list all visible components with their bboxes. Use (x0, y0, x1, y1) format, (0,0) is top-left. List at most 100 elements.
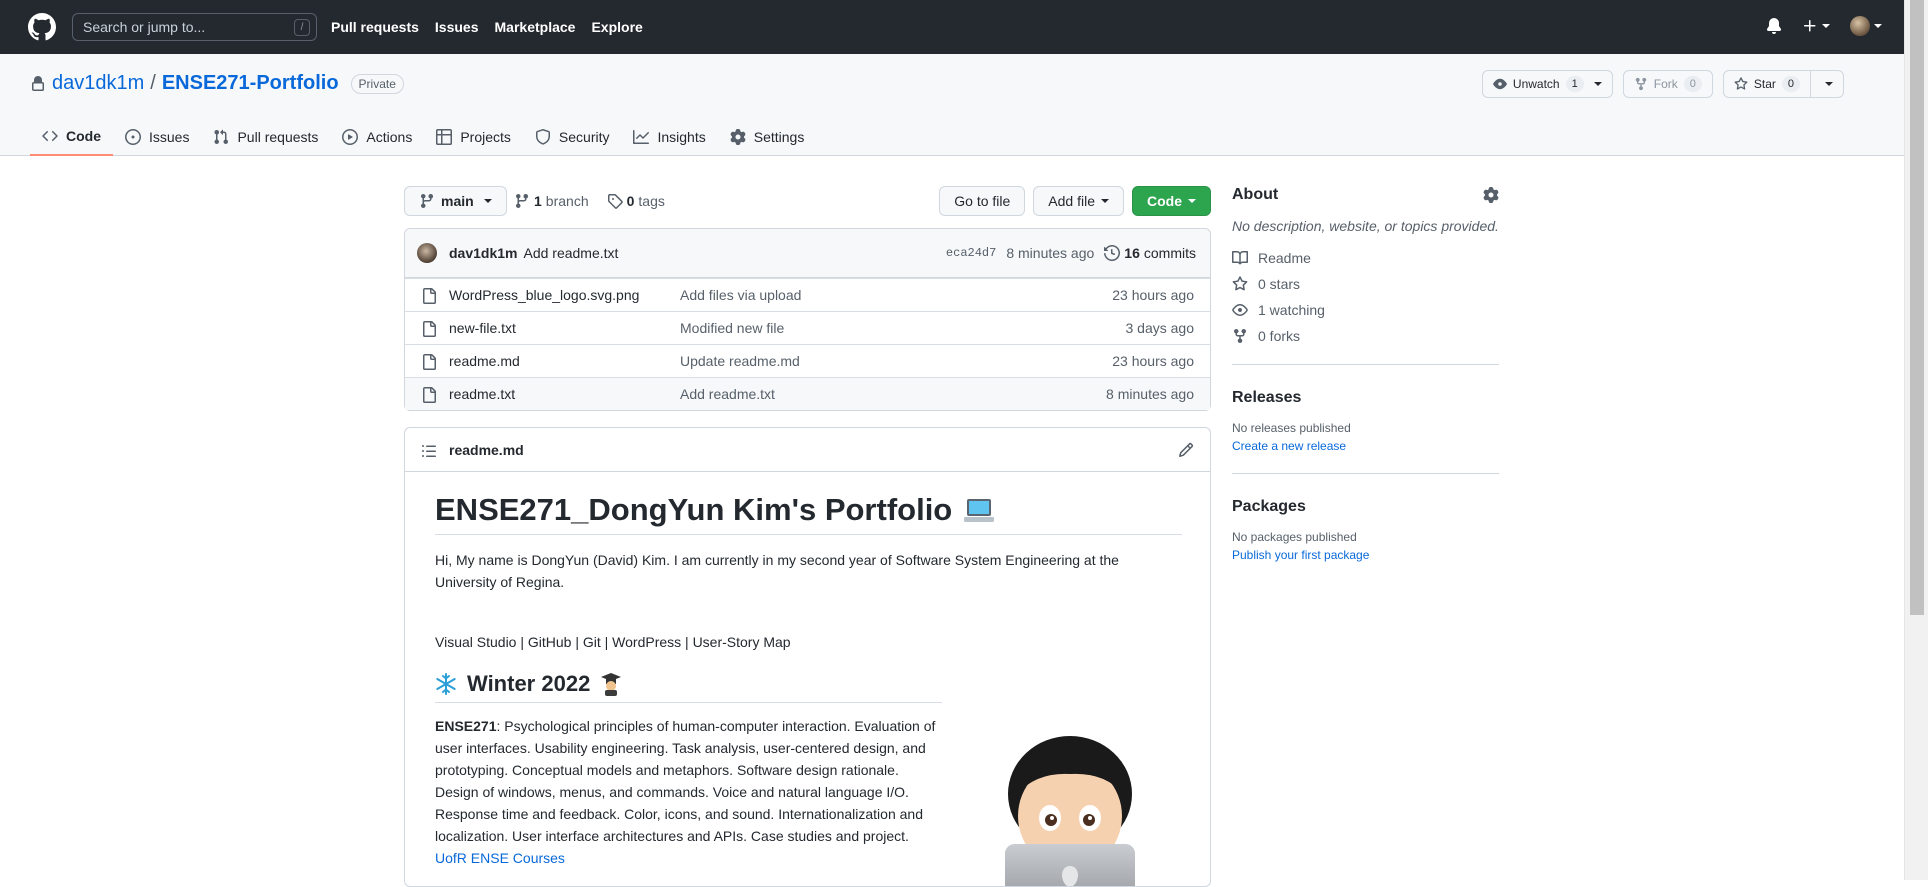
bell-icon[interactable] (1766, 18, 1782, 34)
nav-marketplace[interactable]: Marketplace (495, 19, 576, 35)
repo-tabs: Code Issues Pull requests Actions Projec… (30, 118, 816, 156)
watch-count: 1 (1565, 76, 1584, 92)
fork-icon (1232, 328, 1248, 344)
create-new-menu[interactable] (1802, 18, 1830, 34)
star-icon (1734, 77, 1748, 91)
tab-pull-requests[interactable]: Pull requests (201, 118, 330, 156)
page-scrollbar[interactable] (1904, 0, 1928, 880)
file-row[interactable]: WordPress_blue_logo.svg.png Add files vi… (405, 278, 1210, 311)
add-file-button[interactable]: Add file (1033, 186, 1124, 216)
git-branch-icon (514, 193, 530, 209)
branch-name: main (441, 193, 474, 209)
commit-sha[interactable]: eca24d7 (946, 246, 996, 260)
course-code: ENSE271 (435, 718, 497, 734)
watchers-link[interactable]: 1 watching (1232, 302, 1499, 318)
readme-header: readme.md (405, 428, 1210, 472)
laptop-icon (964, 498, 995, 522)
search-input[interactable]: Search or jump to... / (72, 13, 317, 41)
repo-owner-link[interactable]: dav1dk1m (52, 72, 144, 95)
code-button[interactable]: Code (1132, 186, 1211, 216)
history-icon (1104, 245, 1121, 261)
forks-link[interactable]: 0 forks (1232, 328, 1499, 344)
tags-link[interactable]: 0 tags (607, 193, 665, 209)
repo-title: dav1dk1m / ENSE271-Portfolio Private (30, 72, 404, 95)
commit-message[interactable]: Add readme.txt (523, 245, 618, 261)
search-shortcut-hint: / (294, 19, 310, 36)
file-name[interactable]: readme.txt (449, 386, 515, 402)
star-count: 0 (1781, 76, 1800, 92)
nav-issues[interactable]: Issues (435, 19, 479, 35)
fork-button-group: Fork 0 (1622, 70, 1713, 98)
chevron-down-icon (1874, 24, 1882, 28)
file-commit-message[interactable]: Modified new file (680, 320, 784, 336)
file-icon (421, 354, 437, 370)
sidebar-divider (1232, 473, 1499, 474)
chevron-down-icon (1825, 82, 1833, 86)
github-logo-icon[interactable] (28, 13, 56, 41)
avatar[interactable] (417, 243, 437, 263)
tab-settings[interactable]: Settings (718, 118, 817, 156)
global-nav: Pull requests Issues Marketplace Explore (331, 19, 643, 35)
tab-issues[interactable]: Issues (113, 118, 201, 156)
star-button[interactable]: Star 0 (1724, 71, 1810, 97)
tab-security[interactable]: Security (523, 118, 622, 156)
commit-time: 8 minutes ago (1006, 245, 1095, 261)
user-menu[interactable] (1850, 16, 1882, 36)
tab-actions[interactable]: Actions (330, 118, 424, 156)
commits-link[interactable]: 16 commits (1104, 245, 1196, 261)
pencil-icon[interactable] (1178, 442, 1194, 458)
file-row[interactable]: new-file.txt Modified new file 3 days ag… (405, 311, 1210, 344)
go-to-file-button[interactable]: Go to file (939, 186, 1026, 216)
file-commit-message[interactable]: Add files via upload (680, 287, 801, 303)
scrollbar-thumb[interactable] (1910, 0, 1924, 615)
section-heading: Winter 2022 (435, 671, 942, 703)
avatar (1850, 16, 1870, 36)
readme-filename[interactable]: readme.md (449, 442, 524, 458)
tab-projects[interactable]: Projects (424, 118, 523, 156)
readme-content: ENSE271_DongYun Kim's Portfolio Hi, My n… (405, 472, 1210, 886)
file-navigation: main 1 branch 0 tags Go to file Add file… (404, 186, 1211, 216)
tab-insights[interactable]: Insights (621, 118, 717, 156)
branch-select-button[interactable]: main (404, 186, 507, 216)
about-description: No description, website, or topics provi… (1232, 218, 1499, 234)
file-commit-message[interactable]: Update readme.md (680, 353, 800, 369)
course-link[interactable]: UofR ENSE Courses (435, 850, 565, 866)
tab-label: Projects (460, 129, 511, 145)
repo-header: dav1dk1m / ENSE271-Portfolio Private Unw… (0, 54, 1904, 156)
star-list-dropdown[interactable] (1810, 71, 1843, 97)
unwatch-button[interactable]: Unwatch 1 (1483, 71, 1612, 97)
course-text: : Psychological principles of human-comp… (435, 718, 936, 844)
file-name[interactable]: WordPress_blue_logo.svg.png (449, 287, 639, 303)
path-separator: / (150, 72, 156, 94)
releases-title[interactable]: Releases (1232, 389, 1499, 407)
branch-count: 1 (534, 193, 542, 209)
tab-code[interactable]: Code (30, 118, 113, 156)
readme-title-text: ENSE271_DongYun Kim's Portfolio (435, 492, 953, 527)
course-description: ENSE271: Psychological principles of hum… (435, 715, 942, 869)
repo-actions: Unwatch 1 Fork 0 Star 0 (1481, 70, 1844, 98)
tab-label: Issues (149, 129, 190, 145)
fork-count: 0 (1683, 76, 1702, 92)
file-commit-message[interactable]: Add readme.txt (680, 386, 775, 402)
tab-label: Actions (366, 129, 413, 145)
publish-package-link[interactable]: Publish your first package (1232, 548, 1499, 562)
file-name[interactable]: readme.md (449, 353, 520, 369)
nav-pull-requests[interactable]: Pull requests (331, 19, 419, 35)
nav-explore[interactable]: Explore (591, 19, 642, 35)
tab-label: Pull requests (237, 129, 319, 145)
create-release-link[interactable]: Create a new release (1232, 439, 1499, 453)
code-icon (42, 128, 58, 144)
packages-title[interactable]: Packages (1232, 498, 1499, 516)
branches-link[interactable]: 1 branch (514, 193, 589, 209)
file-name[interactable]: new-file.txt (449, 320, 516, 336)
file-row[interactable]: readme.md Update readme.md 23 hours ago (405, 344, 1210, 377)
readme-link[interactable]: Readme (1232, 250, 1499, 266)
commit-author[interactable]: dav1dk1m (449, 245, 517, 261)
stars-link[interactable]: 0 stars (1232, 276, 1499, 292)
tab-label: Code (66, 128, 101, 144)
repo-name-link[interactable]: ENSE271-Portfolio (162, 72, 339, 95)
file-row[interactable]: readme.txt Add readme.txt 8 minutes ago (405, 377, 1210, 410)
fork-button[interactable]: Fork 0 (1624, 71, 1712, 97)
list-unordered-icon[interactable] (421, 443, 437, 459)
gear-icon[interactable] (1483, 187, 1499, 203)
